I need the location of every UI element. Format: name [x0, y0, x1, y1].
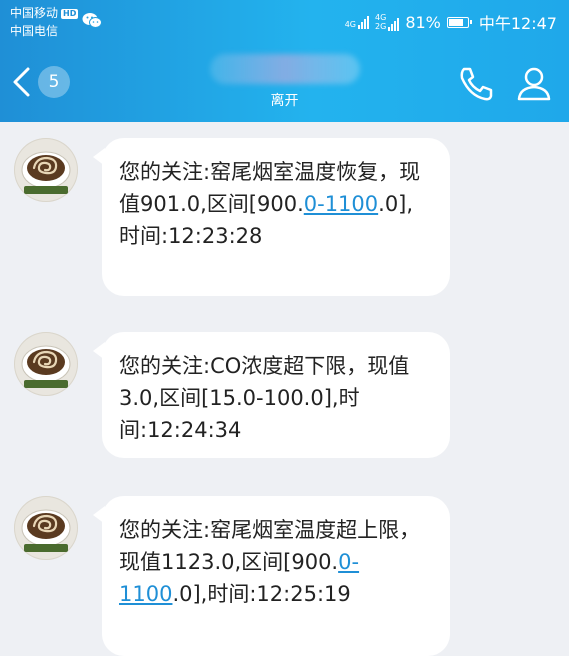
- network-type-2-bottom: 2G: [375, 22, 387, 31]
- contact-name-redacted: [210, 54, 360, 84]
- message-bubble[interactable]: 您的关注:CO浓度超下限，现值3.0,区间[15.0-100.0],时间:12:…: [93, 332, 450, 458]
- message-bubble[interactable]: 您的关注:窑尾烟室温度超上限，现值1123.0,区间[900.0-1100.0]…: [93, 496, 450, 656]
- message-text: .0],时间:12:25:19: [172, 582, 351, 606]
- signal-icon: [358, 15, 370, 29]
- coffee-cup-avatar-icon: [21, 151, 71, 194]
- message-text: 您的关注:窑尾烟室温度超上限，现值1123.0,区间[900.: [119, 518, 421, 574]
- signal-icon: [388, 18, 400, 31]
- clock: 中午12:47: [478, 14, 557, 33]
- network-type-2-top: 4G: [375, 13, 387, 22]
- network-type-1: 4G: [344, 19, 357, 29]
- hd-badge: HD: [61, 9, 79, 19]
- avatar[interactable]: [14, 496, 78, 560]
- avatar[interactable]: [14, 332, 78, 396]
- message-text: 您的关注:CO浓度超下限，现值3.0,区间[15.0-100.0],时间:12:…: [119, 354, 410, 442]
- network-type-2: 4G 2G: [375, 13, 386, 31]
- message-link[interactable]: 0-1100: [304, 192, 378, 216]
- battery-fill: [448, 18, 463, 26]
- person-icon[interactable]: [514, 64, 554, 104]
- battery-percent: 81%: [405, 12, 441, 32]
- status-indicators: 4G 4G 2G 81% 中午12:47: [345, 10, 557, 34]
- signal-group-1: 4G: [344, 15, 370, 29]
- chat-header: 5 离开: [0, 44, 569, 122]
- signal-group-2: 4G 2G: [375, 13, 400, 31]
- status-bar: 中国移动 HD 中国电信 4G 4G 2G 81% 中午12:47: [0, 0, 569, 44]
- coffee-cup-avatar-icon: [21, 509, 71, 552]
- carrier-primary: 中国移动 HD: [10, 6, 79, 20]
- message-bubble[interactable]: 您的关注:窑尾烟室温度恢复，现值901.0,区间[900.0-1100.0],时…: [93, 138, 450, 296]
- carrier-primary-label: 中国移动: [10, 6, 59, 20]
- wechat-icon: [82, 13, 102, 28]
- phone-icon[interactable]: [456, 64, 496, 104]
- battery-icon: [446, 16, 472, 28]
- carrier-secondary: 中国电信: [10, 24, 59, 38]
- avatar[interactable]: [14, 138, 78, 202]
- coffee-cup-avatar-icon: [21, 345, 71, 388]
